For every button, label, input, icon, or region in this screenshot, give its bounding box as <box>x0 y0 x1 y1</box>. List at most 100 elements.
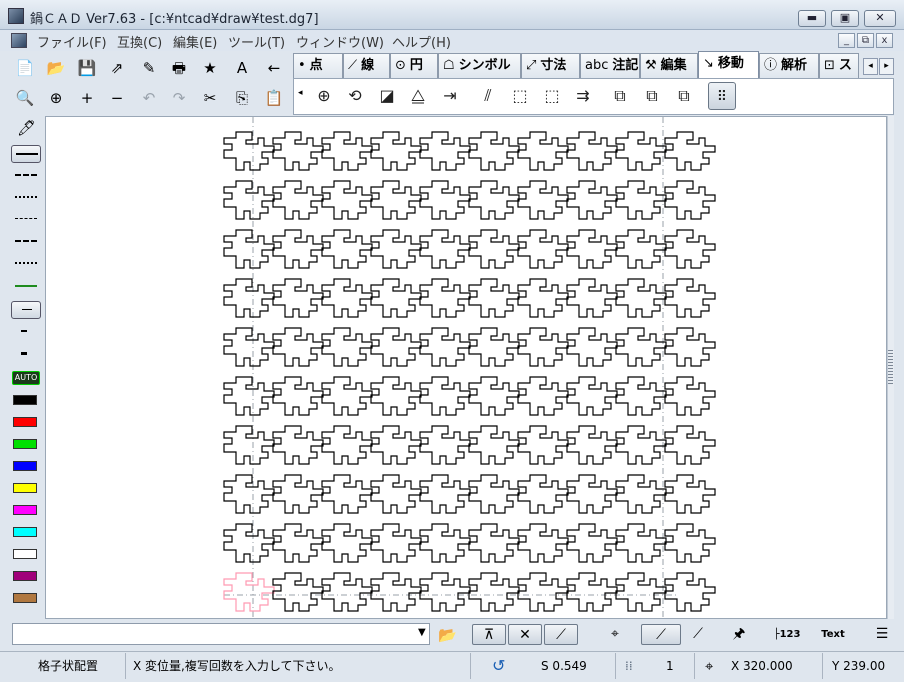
copied-shape[interactable] <box>664 572 716 612</box>
copied-shape[interactable] <box>223 474 275 514</box>
copied-shape[interactable] <box>468 327 520 367</box>
mdi-close-button[interactable]: x <box>876 33 893 48</box>
color-swatch-0[interactable] <box>13 395 37 405</box>
copied-shape[interactable] <box>615 229 667 269</box>
save-icon[interactable]: 💾 <box>74 56 100 80</box>
copied-shape[interactable] <box>615 131 667 171</box>
copied-shape[interactable] <box>321 572 373 612</box>
copied-shape[interactable] <box>272 229 324 269</box>
copied-shape[interactable] <box>664 278 716 318</box>
zoom-window-icon[interactable]: ⊕ <box>43 86 69 110</box>
zoom-icon[interactable]: 🔍 <box>12 86 38 110</box>
copied-shape[interactable] <box>615 278 667 318</box>
tab-9[interactable]: ⊡ ス <box>819 53 859 78</box>
rotate-icon[interactable]: ⟲ <box>341 82 369 110</box>
color-swatch-5[interactable] <box>13 505 37 515</box>
color-swatch-1[interactable] <box>13 417 37 427</box>
array-copy-icon[interactable]: ⧉ <box>606 82 634 110</box>
copied-shape[interactable] <box>615 474 667 514</box>
chevron-down-icon[interactable]: ▼ <box>418 627 426 638</box>
copied-shape[interactable] <box>419 131 471 171</box>
copied-shape[interactable] <box>419 474 471 514</box>
copied-shape[interactable] <box>419 180 471 220</box>
group-copy-icon[interactable]: ⧉ <box>638 82 666 110</box>
copied-shape[interactable] <box>615 572 667 612</box>
color-swatch-4[interactable] <box>13 483 37 493</box>
copied-shape[interactable] <box>223 278 275 318</box>
tab-3[interactable]: ☖ シンボル <box>438 53 521 78</box>
scrollbar-grip[interactable] <box>888 350 893 386</box>
copied-shape[interactable] <box>566 229 618 269</box>
copied-shape[interactable] <box>419 278 471 318</box>
copied-shape[interactable] <box>566 180 618 220</box>
copied-shape[interactable] <box>468 572 520 612</box>
parallel-icon[interactable]: ⫽ <box>474 82 502 110</box>
copied-shape[interactable] <box>566 572 618 612</box>
copied-shape[interactable] <box>370 229 422 269</box>
copied-shape[interactable] <box>517 180 569 220</box>
color-swatch-3[interactable] <box>13 461 37 471</box>
copied-shape[interactable] <box>272 425 324 465</box>
copied-shape[interactable] <box>321 229 373 269</box>
copied-shape[interactable] <box>468 278 520 318</box>
line-dashdot-button[interactable] <box>11 233 41 249</box>
snap-intersection-icon[interactable]: ✕ <box>508 624 542 645</box>
copied-shape[interactable] <box>468 376 520 416</box>
color-swatch-9[interactable] <box>13 593 37 603</box>
layers-icon[interactable]: ☰ <box>868 624 896 645</box>
tab-7[interactable]: ↘ 移動 <box>698 51 759 78</box>
copied-shape[interactable] <box>272 572 324 612</box>
zoom-out-icon[interactable]: − <box>104 86 130 110</box>
edit-pen-icon[interactable]: ✎ <box>136 56 162 80</box>
distribute-icon[interactable]: ⇉ <box>569 82 597 110</box>
copied-shape[interactable] <box>272 474 324 514</box>
copied-shape[interactable] <box>272 376 324 416</box>
tab-1[interactable]: ⟋ 線 <box>343 53 390 78</box>
copied-shape[interactable] <box>615 327 667 367</box>
copied-shape[interactable] <box>517 572 569 612</box>
copied-shape[interactable] <box>615 425 667 465</box>
copied-shape[interactable] <box>223 229 275 269</box>
copied-shape[interactable] <box>468 474 520 514</box>
copied-shape[interactable] <box>321 474 373 514</box>
drawing-canvas[interactable] <box>45 116 887 619</box>
menu-help[interactable]: ヘルプ(H) <box>392 32 451 51</box>
copied-shape[interactable] <box>664 131 716 171</box>
copied-shape[interactable] <box>272 180 324 220</box>
snap-pin-icon[interactable]: 🖈 <box>725 624 753 645</box>
copied-shape[interactable] <box>223 376 275 416</box>
copied-shape[interactable] <box>223 327 275 367</box>
copied-shape[interactable] <box>272 523 324 563</box>
copied-shape[interactable] <box>321 278 373 318</box>
menu-file[interactable]: ファイル(F) <box>37 32 107 51</box>
copied-shape[interactable] <box>321 131 373 171</box>
tab-scroll-left-button[interactable]: ◂ <box>863 58 878 75</box>
copied-shape[interactable] <box>468 523 520 563</box>
tab-0[interactable]: • 点 <box>293 53 343 78</box>
copied-shape[interactable] <box>517 278 569 318</box>
copied-shape[interactable] <box>664 229 716 269</box>
copied-shape[interactable] <box>566 523 618 563</box>
move-icon[interactable]: ⊕ <box>310 82 338 110</box>
copy-icon[interactable]: ⎘ <box>229 86 255 110</box>
source-shape[interactable] <box>223 572 275 612</box>
menu-window[interactable]: ウィンドウ(W) <box>296 32 384 51</box>
copied-shape[interactable] <box>419 523 471 563</box>
export-icon[interactable]: ⇗ <box>104 56 130 80</box>
snap-free-icon[interactable]: ⟋ <box>684 624 712 645</box>
copied-shape[interactable] <box>321 327 373 367</box>
copied-shape[interactable] <box>370 278 422 318</box>
undo-icon[interactable]: ↶ <box>136 86 162 110</box>
copied-shape[interactable] <box>370 180 422 220</box>
block-copy-icon[interactable]: ⧉ <box>670 82 698 110</box>
snap-endpoint-icon[interactable]: ⊼ <box>472 624 506 645</box>
color-swatch-8[interactable] <box>13 571 37 581</box>
close-button[interactable]: ✕ <box>864 10 896 27</box>
copied-shape[interactable] <box>419 327 471 367</box>
copied-shape[interactable] <box>223 523 275 563</box>
copy-move-icon[interactable]: ⇥ <box>436 82 464 110</box>
maximize-button[interactable]: ▣ <box>831 10 859 27</box>
zoom-in-icon[interactable]: + <box>74 86 100 110</box>
snap-nearest-icon[interactable]: ⟋ <box>641 624 681 645</box>
copied-shape[interactable] <box>615 523 667 563</box>
